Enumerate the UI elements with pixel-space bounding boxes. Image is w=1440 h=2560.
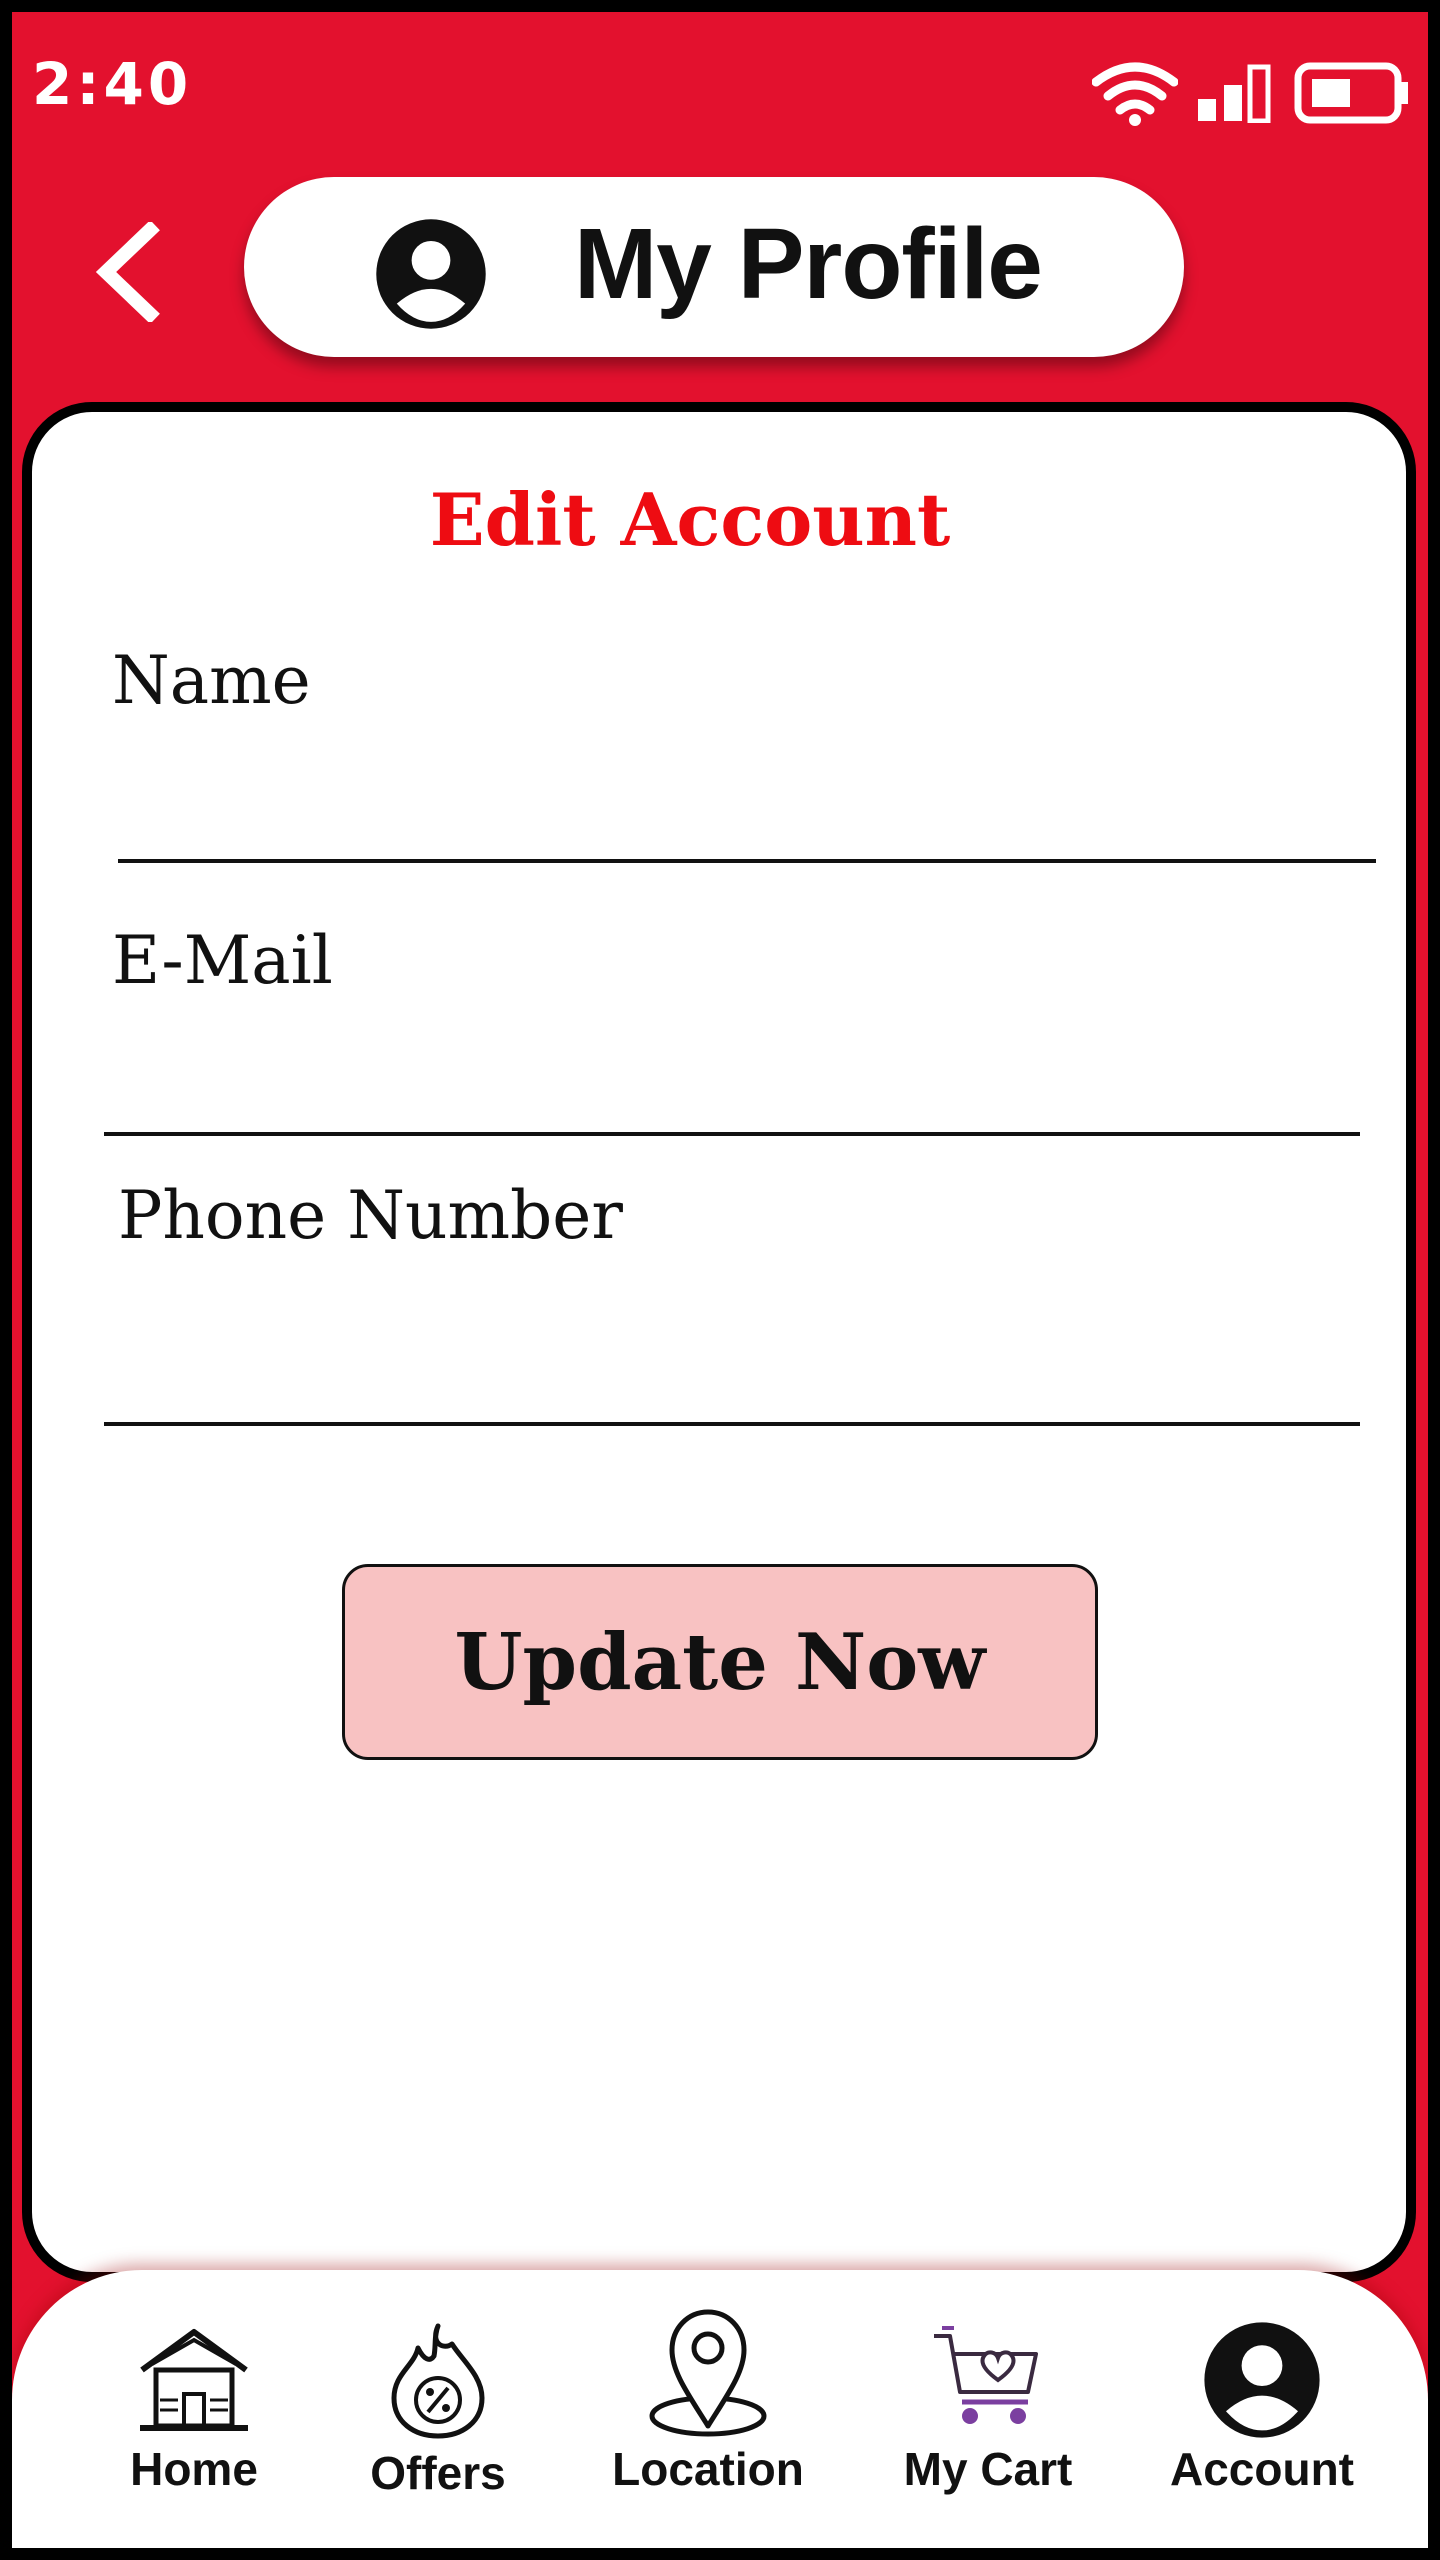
page-title: My Profile [574, 208, 1043, 320]
nav-item-offers[interactable]: Offers [308, 2270, 568, 2548]
nav-label-home: Home [130, 2443, 258, 2495]
nav-item-my-cart[interactable]: My Cart [858, 2270, 1118, 2548]
name-field[interactable] [118, 859, 1376, 863]
phone-field[interactable] [104, 1422, 1360, 1426]
edit-account-card: Edit Account Name E-Mail Phone Number Up… [22, 402, 1416, 2282]
bottom-nav: Home Offers Location My Cart Account [12, 2270, 1428, 2548]
account-circle-icon [376, 219, 486, 329]
discount-flame-icon [391, 2323, 485, 2439]
nav-item-home[interactable]: Home [64, 2270, 324, 2548]
signal-icon [1198, 64, 1271, 123]
email-field[interactable] [104, 1132, 1360, 1136]
back-button[interactable] [82, 212, 172, 332]
email-label: E-Mail [112, 922, 333, 999]
wifi-icon [1092, 62, 1178, 126]
nav-label-my-cart: My Cart [903, 2443, 1073, 2495]
house-icon [140, 2329, 248, 2431]
app-screen: 2:40 My Profile Edit Account Name E-Mail… [0, 0, 1440, 2560]
battery-icon [1294, 62, 1408, 124]
nav-item-account[interactable]: Account [1132, 2270, 1392, 2548]
nav-label-account: Account [1170, 2443, 1354, 2495]
nav-item-location[interactable]: Location [578, 2270, 838, 2548]
name-label: Name [112, 642, 311, 719]
status-time: 2:40 [32, 50, 193, 118]
chevron-left-icon [95, 222, 160, 322]
page-title-pill: My Profile [244, 177, 1184, 357]
map-pin-icon [649, 2309, 767, 2437]
form-title: Edit Account [429, 477, 951, 562]
account-circle-icon [1204, 2322, 1320, 2438]
nav-label-offers: Offers [370, 2447, 506, 2499]
update-now-button[interactable]: Update Now [342, 1564, 1098, 1760]
phone-label: Phone Number [118, 1177, 623, 1254]
status-icons [1092, 60, 1410, 126]
cart-heart-icon [934, 2326, 1038, 2424]
nav-label-location: Location [612, 2443, 804, 2495]
